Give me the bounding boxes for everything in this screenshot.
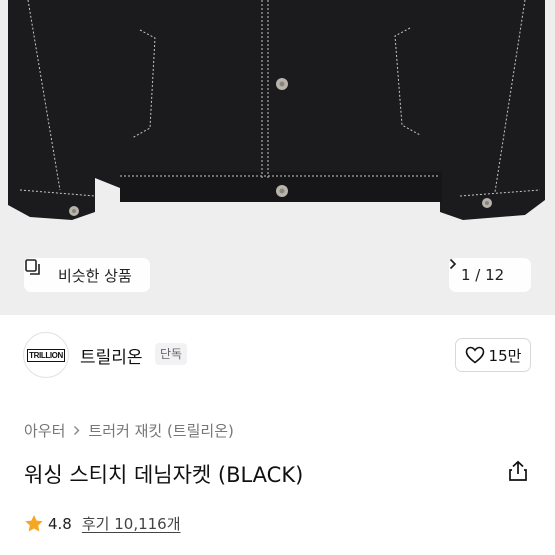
brand-logo-text: TRILLION [27,348,65,362]
similar-products-icon [25,259,52,284]
share-button[interactable] [506,460,530,486]
reviews-link[interactable]: 후기 10,116개 [82,513,181,534]
image-page-indicator[interactable]: 1 / 12 [449,258,531,292]
product-title: 워싱 스티치 데님자켓 (BLACK) [24,463,304,487]
similar-products-label: 비슷한 상품 [58,266,132,285]
brand-name[interactable]: 트릴리온 [80,343,143,368]
similar-products-button[interactable]: 비슷한 상품 [24,258,150,292]
heart-icon [465,346,485,364]
rating-score: 4.8 [48,514,72,533]
share-icon [508,460,528,486]
like-count: 15만 [488,346,522,365]
breadcrumb: 아우터 트러커 재킷 (트릴리온) [24,420,234,441]
star-icon [24,514,44,533]
brand-row: TRILLION 트릴리온 단독 15만 [0,330,555,380]
breadcrumb-item-outer[interactable]: 아우터 [24,420,65,441]
product-image-carousel[interactable]: 비슷한 상품 1 / 12 [0,0,555,315]
breadcrumb-item-trucker[interactable]: 트러커 재킷 (트릴리온) [88,420,233,441]
brand-logo[interactable]: TRILLION [23,332,69,378]
like-button[interactable]: 15만 [455,338,531,372]
page-indicator-text: 1 / 12 [461,266,505,284]
exclusive-badge: 단독 [155,343,188,365]
rating-row: 4.8 후기 10,116개 [24,513,181,534]
chevron-right-icon [73,425,80,436]
